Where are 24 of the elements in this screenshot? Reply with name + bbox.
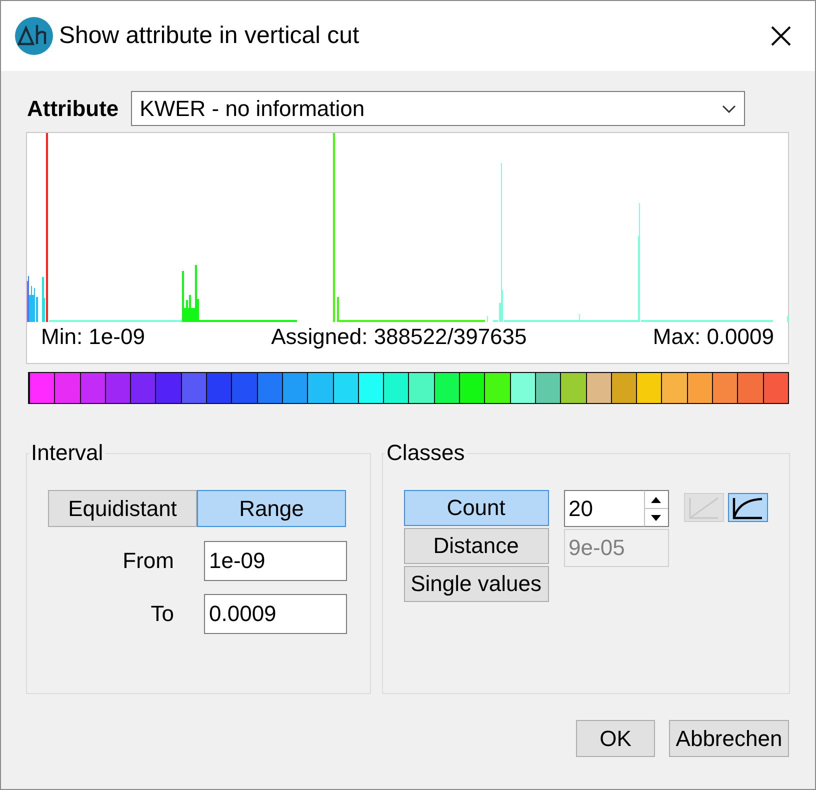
count-field[interactable]: 20 [564,490,644,527]
attribute-label: Attribute [27,96,119,122]
from-field[interactable]: 1e-09 [204,541,347,581]
dialog-button[interactable]: Abbrechen [669,720,789,757]
app-logo-icon [15,17,53,55]
dialog-button[interactable]: OK [576,720,655,757]
window-title: Show attribute in vertical cut [59,22,360,50]
interval-mode-button[interactable]: Equidistant [48,490,197,527]
classes-group-title: Classes [386,440,466,466]
close-icon [770,25,792,47]
assigned-count: Assigned: 388522/397635 [271,324,527,350]
to-field[interactable]: 0.0009 [204,594,347,634]
from-label: From [122,548,174,574]
interval-group-title: Interval [30,440,104,466]
classes-mode-button[interactable]: Count [404,490,549,526]
caret-icon [722,104,736,112]
curve-scale-button[interactable] [728,493,768,522]
to-label: To [150,601,174,627]
interval-mode-button[interactable]: Range [197,490,346,527]
min-label: Min: 1e-09 [41,324,145,350]
classes-mode-button[interactable]: Distance [404,528,549,564]
classes-mode-button[interactable]: Single values [404,566,549,602]
attribute-dropdown[interactable]: KWER - no information [130,91,745,126]
max-label: Max: 0.0009 [652,324,774,350]
